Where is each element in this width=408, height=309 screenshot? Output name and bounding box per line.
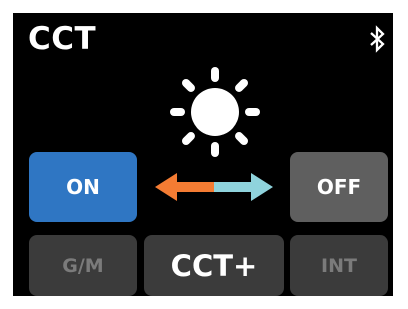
cct-plus-button[interactable]: CCT+ [144, 235, 284, 296]
off-button[interactable]: OFF [290, 152, 388, 222]
device-screen: CCT ON OFF G/M CCT+ INT [13, 13, 393, 296]
on-button[interactable]: ON [29, 152, 137, 222]
page-title: CCT [28, 21, 97, 57]
sun-brightness-icon [170, 67, 260, 157]
double-arrow-icon[interactable] [152, 167, 276, 207]
bluetooth-icon[interactable] [367, 25, 387, 53]
int-button[interactable]: INT [290, 235, 388, 296]
gm-button[interactable]: G/M [29, 235, 137, 296]
